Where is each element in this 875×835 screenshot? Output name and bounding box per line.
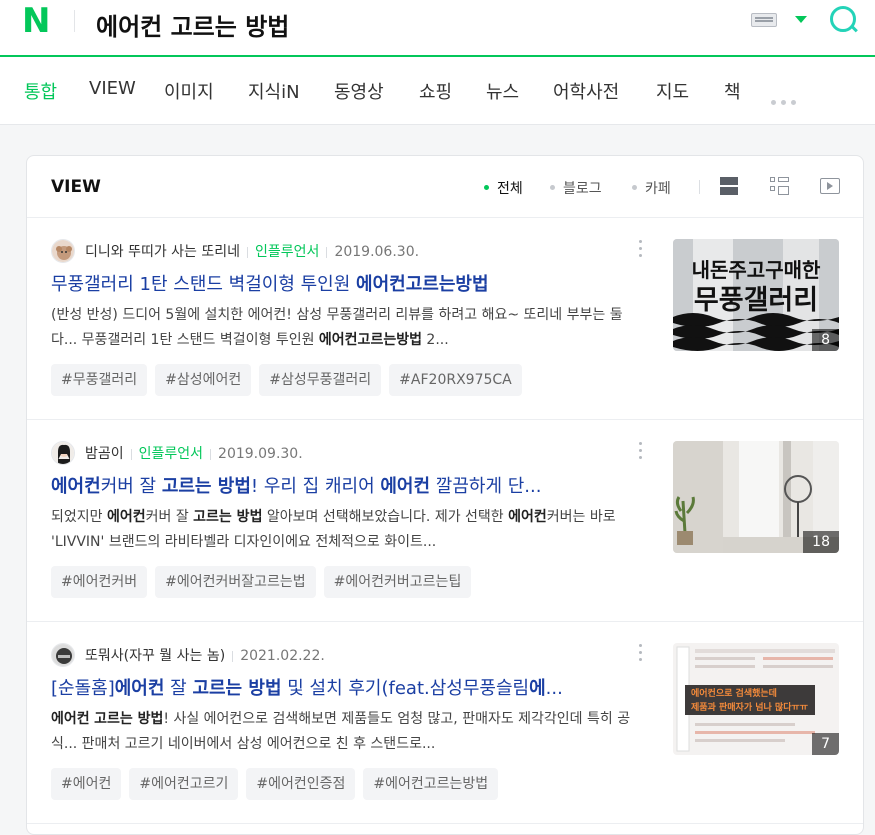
video-view-icon[interactable] bbox=[820, 178, 840, 194]
title-text: 무풍갤러리 1탄 스탠드 벽걸이형 투인원 bbox=[51, 274, 357, 295]
keyboard-icon[interactable] bbox=[751, 13, 777, 27]
author-line: 밤곰이 인플루언서 2019.09.30. bbox=[85, 443, 303, 463]
post-date: 2021.02.22. bbox=[240, 648, 325, 664]
filter-cafe[interactable]: 카페 bbox=[632, 178, 671, 198]
tag-chip[interactable]: #에어컨커버 bbox=[51, 566, 148, 598]
tag-chip[interactable]: #에어컨인증점 bbox=[246, 768, 356, 800]
naver-logo[interactable]: N bbox=[22, 4, 52, 38]
tag-chip[interactable]: #삼성에어컨 bbox=[155, 364, 252, 396]
view-section: VIEW 전체 블로그 카페 디니와 뚜띠가 사는 또리네 인플루언서 2019.0… bbox=[26, 155, 864, 835]
tab-news[interactable]: 뉴스 bbox=[486, 78, 519, 104]
tag-chip[interactable]: #삼성무풍갤러리 bbox=[259, 364, 382, 396]
tag-chip[interactable]: #에어컨 bbox=[51, 768, 122, 800]
logo-letter: N bbox=[22, 1, 51, 41]
thumbnail[interactable]: 18 bbox=[673, 441, 839, 553]
image-count: 18 bbox=[803, 531, 839, 553]
thumb-caption: 에어컨으로 검색했는데 bbox=[691, 687, 777, 699]
filter-blog[interactable]: 블로그 bbox=[550, 178, 602, 198]
thumbnail[interactable]: 내돈주고구매한 무풍갤러리 8 bbox=[673, 239, 839, 351]
title-highlight: 에어컨고르는방법 bbox=[356, 274, 489, 295]
avatar[interactable] bbox=[51, 239, 75, 263]
result-title[interactable]: 에어컨커버 잘 고르는 방법! 우리 집 캐리어 에어컨 깔끔하게 단... bbox=[51, 472, 637, 498]
thumb-caption: 내돈주고구매한 bbox=[692, 258, 821, 282]
tab-integrated[interactable]: 통합 bbox=[24, 78, 57, 104]
influencer-badge: 인플루언서 bbox=[255, 244, 320, 260]
result-item: 디니와 뚜띠가 사는 또리네 인플루언서 2019.06.30. 무풍갤러리 1탄 … bbox=[27, 218, 863, 420]
list-view-icon[interactable] bbox=[719, 176, 739, 196]
result-title[interactable]: [순돌홈]에어컨 잘 고르는 방법 및 설치 후기(feat.삼성무풍슬림에..… bbox=[51, 674, 637, 700]
tag-chip[interactable]: #에어컨커버고르는팁 bbox=[323, 566, 472, 598]
more-options-icon[interactable] bbox=[639, 442, 643, 460]
author-name[interactable]: 또뭐사(자꾸 뭘 사는 놈) bbox=[85, 648, 225, 664]
tab-shopping[interactable]: 쇼핑 bbox=[419, 78, 452, 104]
tab-view[interactable]: VIEW bbox=[89, 78, 136, 99]
divider bbox=[699, 180, 700, 194]
tag-chip[interactable]: #에어컨고르는방법 bbox=[363, 768, 499, 800]
search-bar: N 에어컨 고르는 방법 bbox=[0, 0, 875, 57]
result-item: 또뭐사(자꾸 뭘 사는 놈) 2021.02.22. [순돌홈]에어컨 잘 고르는… bbox=[27, 622, 863, 824]
image-count: 7 bbox=[812, 733, 839, 755]
more-options-icon[interactable] bbox=[639, 240, 643, 258]
author-line: 디니와 뚜띠가 사는 또리네 인플루언서 2019.06.30. bbox=[85, 241, 419, 261]
tab-bar: 통합 VIEW 이미지 지식iN 동영상 쇼핑 뉴스 어학사전 지도 책 bbox=[0, 58, 875, 124]
post-date: 2019.06.30. bbox=[334, 244, 420, 260]
section-title: VIEW bbox=[51, 177, 101, 197]
tag-chip[interactable]: #AF20RX975CA bbox=[389, 364, 522, 396]
card-view-icon[interactable] bbox=[769, 176, 789, 196]
filter-all[interactable]: 전체 bbox=[484, 178, 523, 198]
search-icon[interactable] bbox=[830, 6, 856, 32]
result-item: 밤곰이 인플루언서 2019.09.30. 에어컨커버 잘 고르는 방법! 우리 집… bbox=[27, 420, 863, 622]
thumb-caption: 무풍갤러리 bbox=[694, 285, 818, 316]
tag-list: #에어컨 #에어컨고르기 #에어컨인증점 #에어컨고르는방법 bbox=[51, 768, 506, 800]
more-options-icon[interactable] bbox=[639, 644, 643, 662]
section-header: VIEW 전체 블로그 카페 bbox=[27, 156, 863, 218]
avatar[interactable] bbox=[51, 441, 75, 465]
result-title[interactable]: 무풍갤러리 1탄 스탠드 벽걸이형 투인원 에어컨고르는방법 bbox=[51, 270, 637, 296]
tab-books[interactable]: 책 bbox=[724, 78, 741, 104]
chevron-down-icon[interactable] bbox=[795, 16, 807, 23]
tag-chip[interactable]: #에어컨고르기 bbox=[129, 768, 239, 800]
tag-list: #무풍갤러리 #삼성에어컨 #삼성무풍갤러리 #AF20RX975CA bbox=[51, 364, 530, 396]
tab-video[interactable]: 동영상 bbox=[334, 78, 384, 104]
tab-images[interactable]: 이미지 bbox=[164, 78, 214, 104]
tab-map[interactable]: 지도 bbox=[656, 78, 689, 104]
tag-list: #에어컨커버 #에어컨커버잘고르는법 #에어컨커버고르는팁 bbox=[51, 566, 479, 598]
author-line: 또뭐사(자꾸 뭘 사는 놈) 2021.02.22. bbox=[85, 645, 325, 665]
tag-chip[interactable]: #무풍갤러리 bbox=[51, 364, 148, 396]
tab-kin[interactable]: 지식iN bbox=[248, 78, 300, 104]
author-name[interactable]: 디니와 뚜띠가 사는 또리네 bbox=[85, 244, 240, 260]
divider bbox=[74, 10, 75, 32]
result-description: 되었지만 에어컨커버 잘 고르는 방법 알아보며 선택해보았습니다. 제가 선택… bbox=[51, 509, 616, 550]
result-description: (반성 반성) 드디어 5월에 설치한 에어컨! 삼성 무풍갤러리 리뷰를 하려… bbox=[51, 307, 623, 348]
tag-chip[interactable]: #에어컨커버잘고르는법 bbox=[155, 566, 316, 598]
avatar[interactable] bbox=[51, 643, 75, 667]
author-name[interactable]: 밤곰이 bbox=[85, 446, 124, 462]
image-count: 8 bbox=[812, 329, 839, 351]
thumbnail[interactable]: 에어컨으로 검색했는데 제품과 판매자가 넘나 많다ㅠㅠ 7 bbox=[673, 643, 839, 755]
influencer-badge: 인플루언서 bbox=[138, 446, 204, 462]
result-description: 에어컨 고르는 방법! 사실 에어컨으로 검색해보면 제품들도 엄청 많고, 판… bbox=[51, 711, 631, 752]
thumb-caption: 제품과 판매자가 넘나 많다ㅠㅠ bbox=[691, 701, 808, 713]
tab-dictionary[interactable]: 어학사전 bbox=[553, 78, 619, 104]
search-query[interactable]: 에어컨 고르는 방법 bbox=[96, 7, 289, 42]
header: N 에어컨 고르는 방법 통합 VIEW 이미지 지식iN 동영상 쇼핑 뉴스 … bbox=[0, 0, 875, 125]
post-date: 2019.09.30. bbox=[218, 446, 303, 462]
more-icon[interactable] bbox=[771, 90, 801, 109]
